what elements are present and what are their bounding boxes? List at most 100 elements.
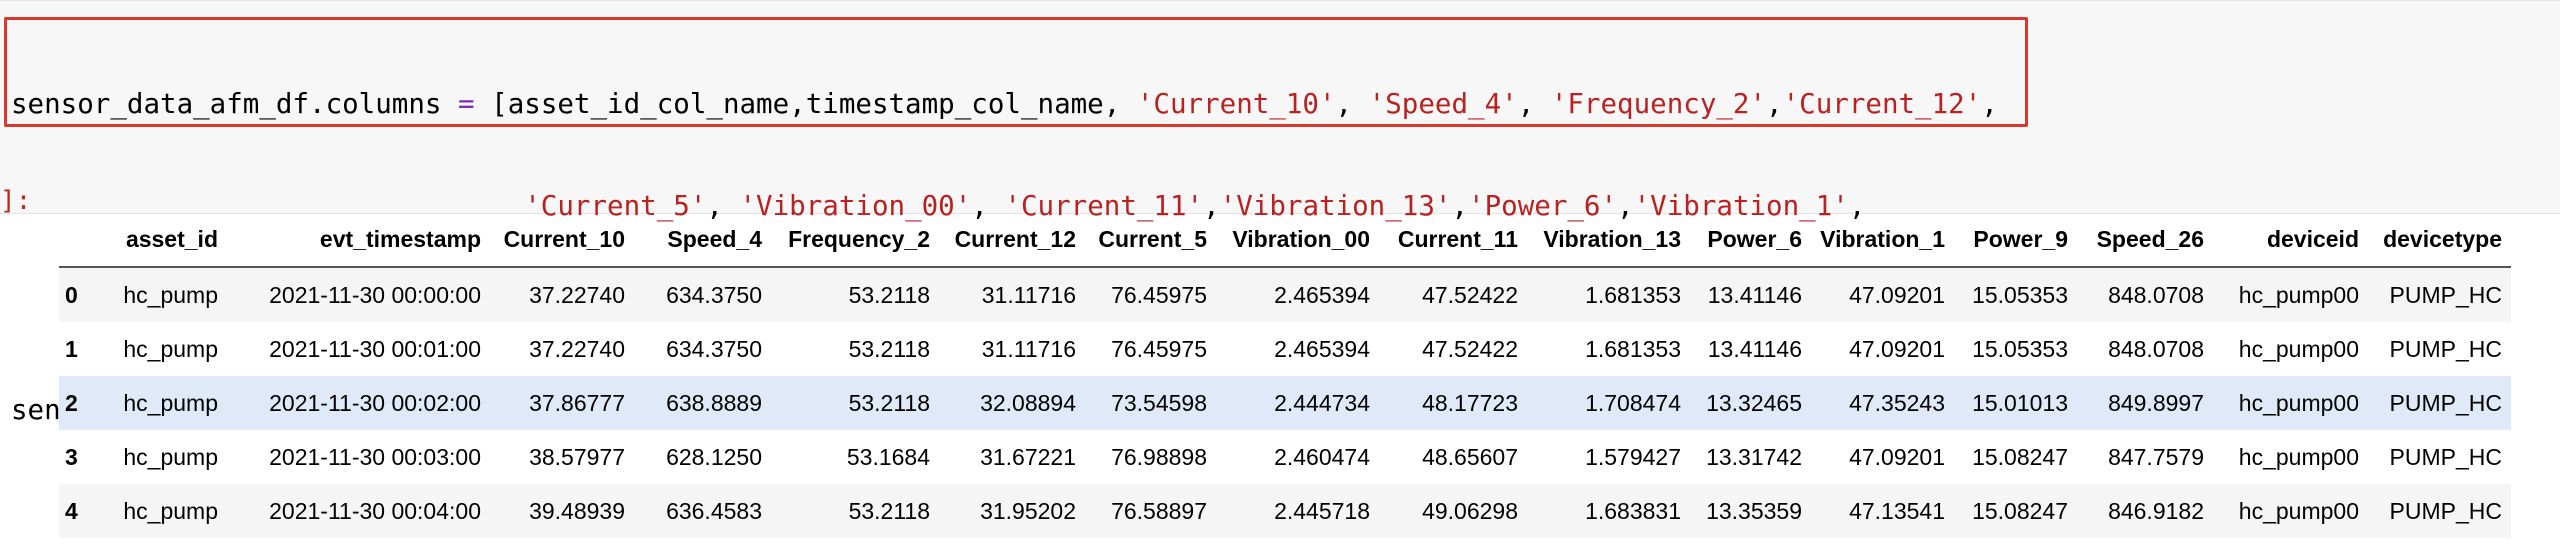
table-cell: 13.35359 [1706, 497, 1802, 524]
table-cell: 49.06298 [1422, 497, 1518, 524]
code-text: [asset_id_col_name,timestamp_col_name, [474, 88, 1137, 120]
table-cell: hc_pump [123, 443, 218, 470]
table-cell: 2.465394 [1274, 281, 1370, 308]
table-cell: 848.0708 [2108, 281, 2204, 308]
table-cell: PUMP_HC [2389, 497, 2502, 524]
table-cell: 31.11716 [981, 335, 1076, 362]
table-cell: PUMP_HC [2389, 281, 2502, 308]
assign-operator: = [458, 88, 475, 120]
table-cell: 849.8997 [2108, 389, 2204, 416]
header-asset-id: asset_id [99, 212, 227, 268]
table-cell: 1.708474 [1585, 389, 1681, 416]
code-text: , [1981, 88, 1998, 120]
table-cell: 53.2118 [848, 335, 930, 362]
table-cell: 2021-11-30 00:01:00 [269, 335, 481, 362]
table-cell: 636.4583 [666, 497, 762, 524]
table-cell: hc_pump [123, 335, 218, 362]
table-cell: hc_pump00 [2238, 497, 2359, 524]
code-text: , [1766, 88, 1783, 120]
table-cell: 32.08894 [980, 389, 1076, 416]
table-cell: 76.45975 [1111, 335, 1207, 362]
table-row: 3 hc_pump 2021-11-30 00:03:00 38.57977 6… [59, 430, 2511, 484]
table-cell: 48.17723 [1422, 389, 1518, 416]
table-cell: 47.52422 [1422, 281, 1518, 308]
header-vibration-13: Vibration_13 [1527, 212, 1690, 268]
table-cell: 53.2118 [848, 497, 930, 524]
table-cell: 2.445718 [1274, 497, 1370, 524]
header-power-6: Power_6 [1690, 212, 1811, 268]
table-cell: 2.444734 [1274, 389, 1370, 416]
table-cell: 47.09201 [1849, 335, 1945, 362]
code-text: , [1335, 88, 1369, 120]
table-cell: 2.465394 [1274, 335, 1370, 362]
table-cell: 76.98898 [1111, 443, 1207, 470]
table-cell: 847.7579 [2108, 443, 2204, 470]
row-index: 4 [65, 497, 78, 524]
table-cell: 37.86777 [529, 389, 625, 416]
table-cell: hc_pump00 [2238, 335, 2359, 362]
row-index: 2 [65, 389, 78, 416]
table-cell: 76.58897 [1111, 497, 1207, 524]
table-header-row: asset_id evt_timestamp Current_10 Speed_… [59, 212, 2511, 268]
table-cell: 39.48939 [529, 497, 625, 524]
table-cell: 1.681353 [1585, 335, 1681, 362]
table-cell: 15.05353 [1972, 335, 2068, 362]
table-cell: 13.41146 [1707, 335, 1802, 362]
table-cell: 53.2118 [848, 281, 930, 308]
string-literal: 'Frequency_2' [1550, 88, 1767, 120]
table-cell: PUMP_HC [2389, 335, 2502, 362]
table-cell: 846.9182 [2108, 497, 2204, 524]
table-cell: 15.08247 [1972, 497, 2068, 524]
header-current-11: Current_11 [1379, 212, 1527, 268]
string-literal: 'Speed_4' [1368, 88, 1518, 120]
table-cell: hc_pump00 [2238, 389, 2359, 416]
header-deviceid: deviceid [2213, 212, 2368, 268]
table-cell: 47.13541 [1849, 497, 1945, 524]
table-cell: 634.3750 [666, 281, 762, 308]
header-frequency-2: Frequency_2 [771, 212, 939, 268]
table-cell: 15.05353 [1972, 281, 2068, 308]
table-cell: hc_pump [123, 497, 218, 524]
header-speed-4: Speed_4 [634, 212, 771, 268]
header-devicetype: devicetype [2368, 212, 2511, 268]
table-row: 4 hc_pump 2021-11-30 00:04:00 39.48939 6… [59, 484, 2511, 538]
header-current-12: Current_12 [939, 212, 1085, 268]
table-cell: 848.0708 [2108, 335, 2204, 362]
string-literal: 'Current_12' [1782, 88, 1982, 120]
table-cell: 1.683831 [1585, 497, 1681, 524]
header-speed-26: Speed_26 [2077, 212, 2213, 268]
table-cell: 31.11716 [981, 281, 1076, 308]
table-cell: 37.22740 [529, 335, 625, 362]
table-cell: 15.08247 [1972, 443, 2068, 470]
table-row: 0 hc_pump 2021-11-30 00:00:00 37.22740 6… [59, 267, 2511, 322]
header-current-5: Current_5 [1085, 212, 1216, 268]
header-index [59, 212, 99, 268]
table-cell: 53.1684 [846, 443, 930, 470]
header-vibration-1: Vibration_1 [1811, 212, 1954, 268]
dataframe-table: asset_id evt_timestamp Current_10 Speed_… [59, 212, 2511, 538]
table-cell: 2021-11-30 00:03:00 [269, 443, 481, 470]
header-evt-timestamp: evt_timestamp [227, 212, 490, 268]
table-cell: 638.8889 [666, 389, 762, 416]
table-cell: 1.681353 [1585, 281, 1681, 308]
table-cell: hc_pump [123, 389, 218, 416]
table-cell: 53.2118 [848, 389, 930, 416]
table-cell: 37.22740 [529, 281, 625, 308]
table-cell: hc_pump [123, 281, 218, 308]
code-text: , [1517, 88, 1551, 120]
table-cell: 2021-11-30 00:04:00 [269, 497, 481, 524]
table-cell: 38.57977 [529, 443, 625, 470]
table-cell: 13.31742 [1706, 443, 1802, 470]
code-cell[interactable]: sensor_data_afm_df.columns = [asset_id_c… [0, 0, 2560, 426]
table-cell: 13.32465 [1706, 389, 1802, 416]
table-cell: 2021-11-30 00:02:00 [269, 389, 481, 416]
table-cell: 48.65607 [1422, 443, 1518, 470]
code-line-1: sensor_data_afm_df.columns = [asset_id_c… [11, 87, 1998, 121]
row-index: 1 [65, 335, 78, 362]
table-cell: 31.67221 [980, 443, 1076, 470]
table-cell: 31.95202 [980, 497, 1076, 524]
header-vibration-00: Vibration_00 [1216, 212, 1379, 268]
string-literal: 'Current_10' [1136, 88, 1336, 120]
table-cell: hc_pump00 [2238, 443, 2359, 470]
table-cell: 47.35243 [1849, 389, 1945, 416]
